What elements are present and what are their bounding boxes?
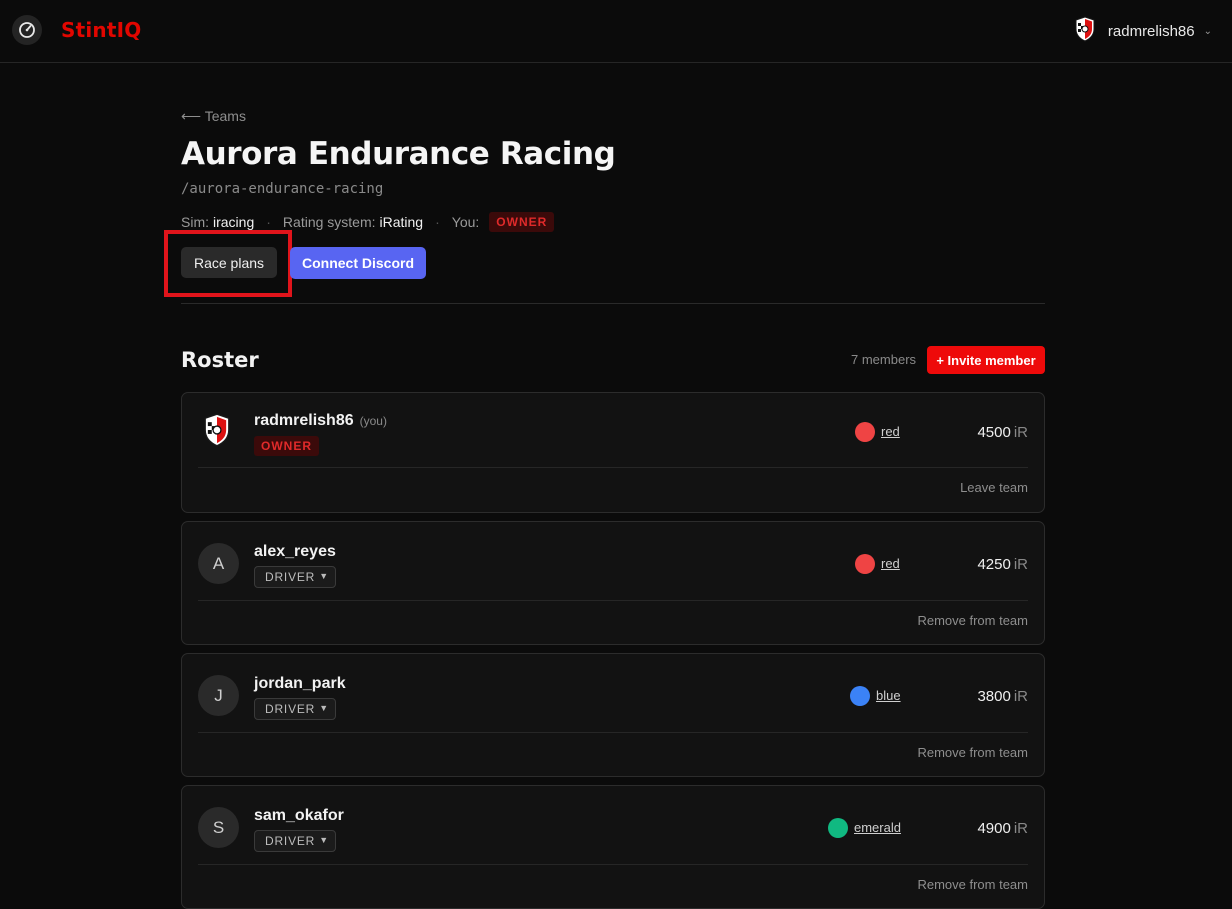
avatar: A — [198, 543, 239, 584]
color-link[interactable]: blue — [876, 688, 901, 703]
color-swatch — [828, 818, 848, 838]
role-value: DRIVER — [265, 702, 316, 716]
rating-value: 3800 — [977, 688, 1011, 705]
role-select[interactable]: DRIVER ▼ — [254, 830, 336, 852]
rating-unit: iR — [1013, 424, 1028, 441]
role-select[interactable]: DRIVER ▼ — [254, 566, 336, 588]
team-slug: /aurora-endurance-racing — [181, 181, 384, 197]
member-owner-badge: OWNER — [254, 436, 319, 456]
role-value: DRIVER — [265, 834, 316, 848]
team-shield-avatar — [202, 413, 236, 449]
sim-label: Sim: — [181, 214, 209, 230]
rating-value: 4250 — [977, 556, 1011, 573]
color-swatch — [850, 686, 870, 706]
member-count: 7 members — [851, 352, 917, 367]
card-divider — [198, 864, 1028, 865]
rating-system-label: Rating system: — [282, 214, 376, 230]
member-rating: 4500 iR — [977, 424, 1028, 441]
member-name: radmrelish86 (you) — [254, 412, 387, 430]
color-link[interactable]: emerald — [854, 820, 901, 835]
member-card: radmrelish86 (you) OWNER red 4500 iR Leave… — [181, 392, 1045, 513]
card-divider — [198, 467, 1028, 468]
member-card: S sam_okafor DRIVER ▼ emerald 4900 iR Rem… — [181, 785, 1045, 909]
you-label: You: — [451, 214, 480, 230]
member-name-text: radmrelish86 — [254, 412, 354, 429]
rating-value: 4900 — [977, 820, 1011, 837]
role-value: DRIVER — [265, 570, 316, 584]
card-divider — [198, 600, 1028, 601]
chevron-down-icon: ▼ — [319, 703, 329, 713]
user-menu[interactable]: radmrelish86 ⌄ — [1074, 15, 1212, 47]
remove-from-team-link[interactable]: Remove from team — [917, 745, 1028, 760]
rating-unit: iR — [1013, 556, 1028, 573]
chevron-down-icon: ⌄ — [1203, 25, 1212, 37]
member-card: A alex_reyes DRIVER ▼ red 4250 iR Remove … — [181, 521, 1045, 645]
color-link[interactable]: red — [881, 556, 900, 571]
you-tag: (you) — [359, 414, 387, 428]
rating-unit: iR — [1013, 820, 1028, 837]
member-name: alex_reyes — [254, 543, 336, 560]
remove-from-team-link[interactable]: Remove from team — [917, 877, 1028, 892]
back-to-teams-link[interactable]: ⟵ Teams — [181, 108, 246, 125]
roster-title: Roster — [181, 348, 259, 372]
separator-dot: · — [266, 214, 271, 230]
separator-dot: · — [435, 214, 440, 230]
rating-value: 4500 — [977, 424, 1011, 441]
leave-team-link[interactable]: Leave team — [960, 480, 1028, 495]
color-link[interactable]: red — [881, 424, 900, 439]
remove-from-team-link[interactable]: Remove from team — [917, 613, 1028, 628]
connect-discord-button[interactable]: Connect Discord — [290, 247, 426, 279]
chevron-down-icon: ▼ — [319, 571, 329, 581]
card-divider — [198, 732, 1028, 733]
member-rating: 3800 iR — [977, 688, 1028, 705]
shield-logo-icon — [1074, 15, 1096, 47]
rating-unit: iR — [1013, 688, 1028, 705]
avatar: S — [198, 807, 239, 848]
speedometer-icon[interactable] — [12, 15, 42, 45]
race-plans-button[interactable]: Race plans — [181, 247, 277, 278]
team-meta: Sim: iracing · Rating system: iRating · … — [181, 212, 555, 232]
member-card: J jordan_park DRIVER ▼ blue 3800 iR Remov… — [181, 653, 1045, 777]
color-swatch — [855, 554, 875, 574]
member-rating: 4900 iR — [977, 820, 1028, 837]
brand-name[interactable]: StintIQ — [61, 18, 141, 42]
top-bar: StintIQ radmrelish86 ⌄ — [0, 0, 1232, 63]
divider — [181, 303, 1045, 304]
member-name: sam_okafor — [254, 807, 344, 824]
sim-value: iracing — [213, 214, 255, 230]
member-rating: 4250 iR — [977, 556, 1028, 573]
avatar: J — [198, 675, 239, 716]
member-name: jordan_park — [254, 675, 346, 692]
team-title: Aurora Endurance Racing — [181, 136, 616, 172]
color-swatch — [855, 422, 875, 442]
invite-member-button[interactable]: + Invite member — [927, 346, 1045, 374]
rating-system-value: iRating — [379, 214, 424, 230]
username: radmrelish86 — [1107, 22, 1195, 40]
chevron-down-icon: ▼ — [319, 835, 329, 845]
owner-badge: OWNER — [489, 212, 555, 232]
role-select[interactable]: DRIVER ▼ — [254, 698, 336, 720]
